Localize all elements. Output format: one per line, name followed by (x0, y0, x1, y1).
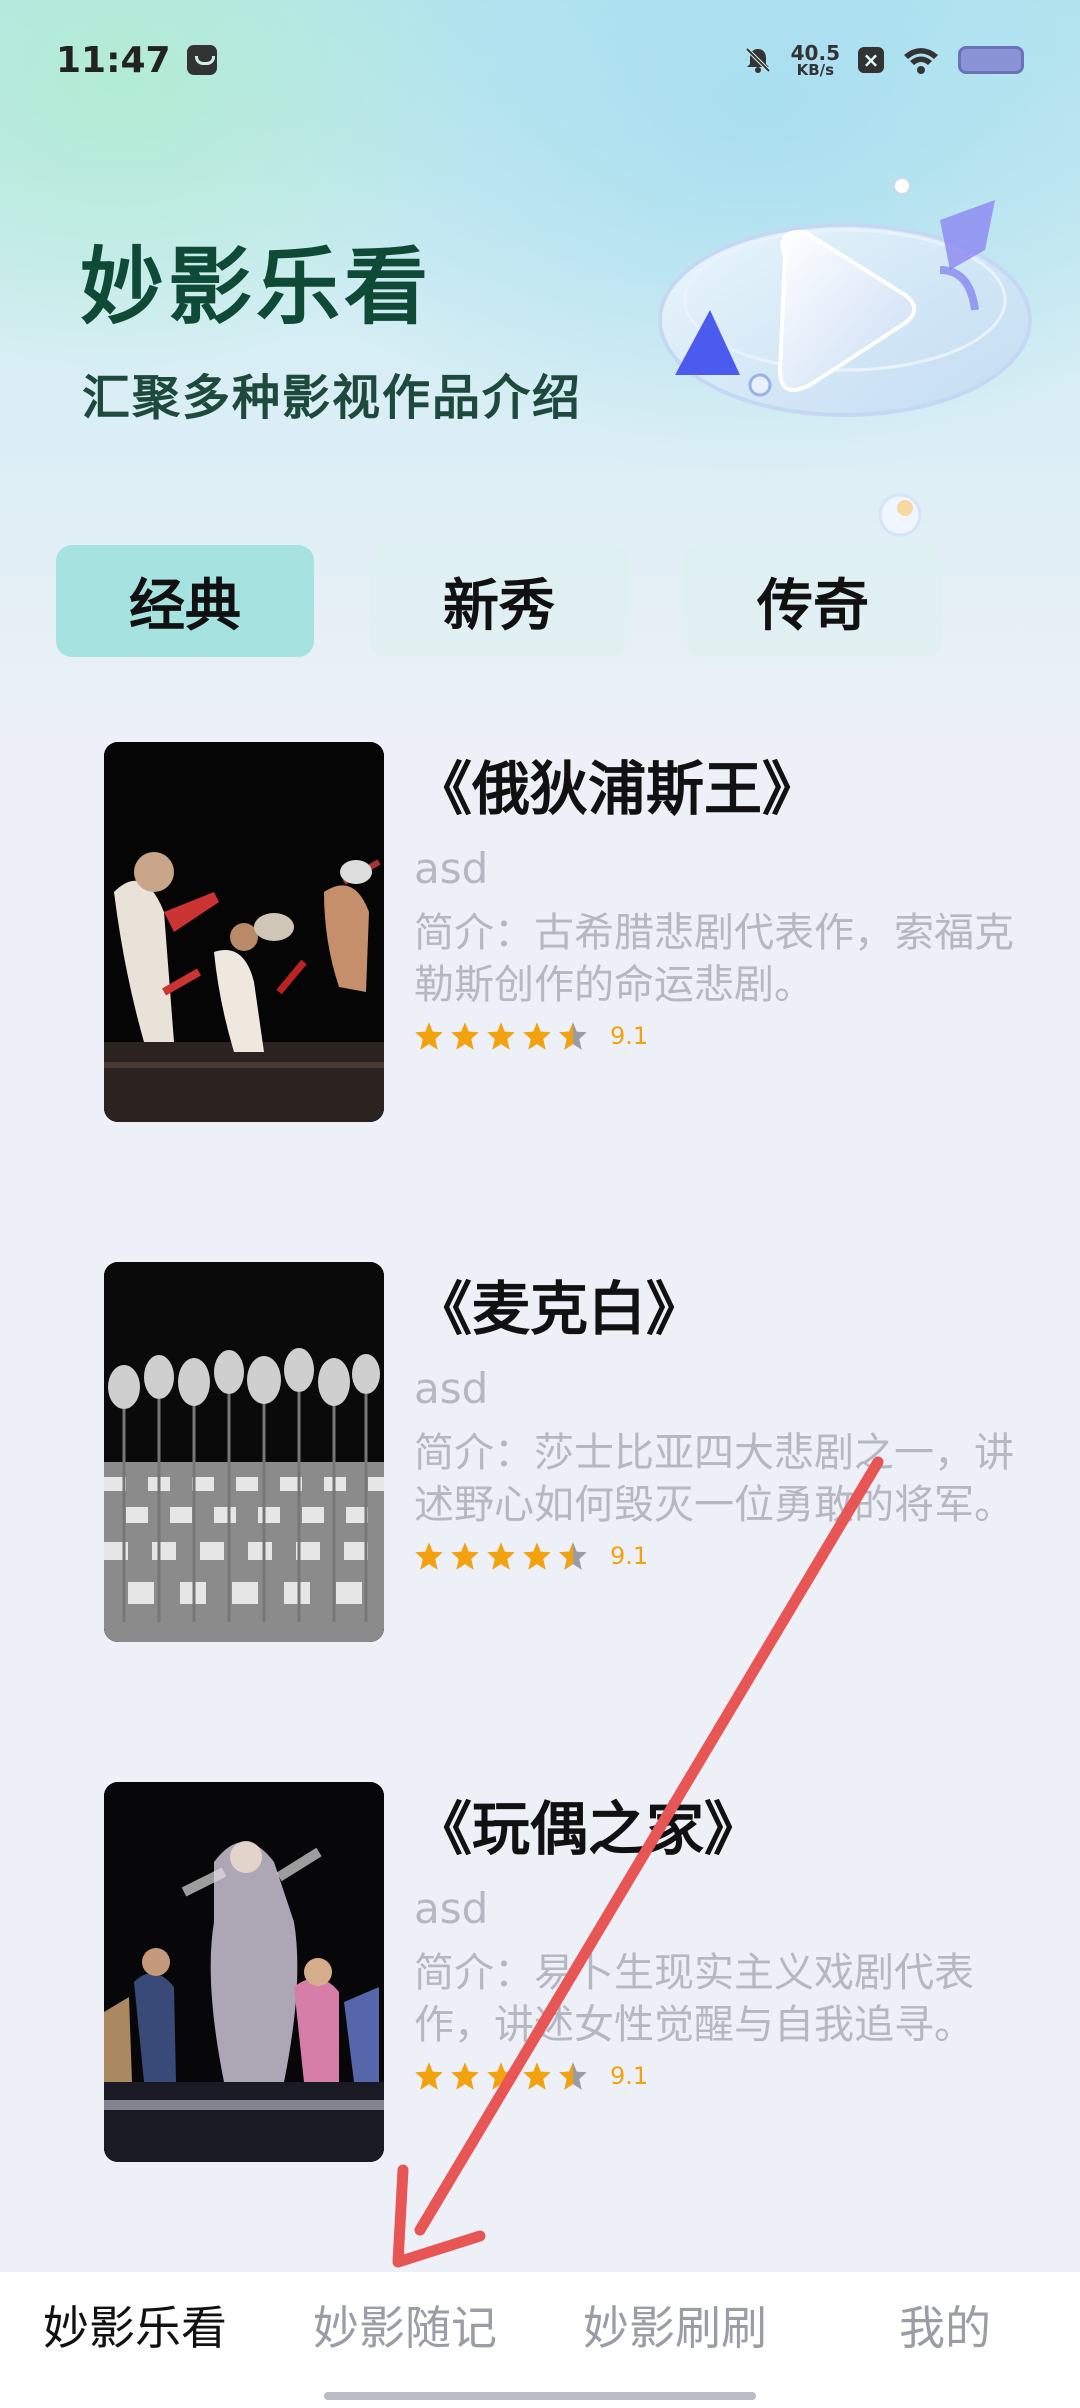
half-star-icon (559, 1542, 587, 1570)
star-icon (415, 1542, 443, 1570)
work-description: 简介：易卜生现实主义戏剧代表作，讲述女性觉醒与自我追寻。 (414, 1950, 974, 2048)
work-author: asd (414, 844, 489, 893)
close-box-icon: × (858, 47, 884, 73)
star-icon (523, 2062, 551, 2090)
work-card[interactable]: 《麦克白》 asd 简介：莎士比亚四大悲剧之一，讲述野心如何毁灭一位勇敢的将军。… (104, 1262, 1014, 1642)
star-icon (415, 1022, 443, 1050)
rating-score: 9.1 (610, 2062, 649, 2090)
play-illustration-icon (658, 177, 1032, 537)
status-left: 11:47 (56, 40, 217, 81)
network-speed-unit: KB/s (796, 60, 835, 79)
rating: 9.1 (414, 1021, 1074, 1051)
work-poster-image (104, 742, 384, 1122)
work-info: 《俄狄浦斯王》 asd 简介：古希腊悲剧代表作，索福克勒斯创作的命运悲剧。 9.… (414, 742, 1074, 1051)
tab-legend[interactable]: 传奇 (684, 545, 942, 657)
work-card[interactable]: 《玩偶之家》 asd 简介：易卜生现实主义戏剧代表作，讲述女性觉醒与自我追寻。 … (104, 1782, 1004, 2162)
star-icon (451, 1542, 479, 1570)
rating-score: 9.1 (610, 1022, 649, 1050)
tab-classic[interactable]: 经典 (56, 545, 314, 657)
nav-home[interactable]: 妙影乐看 (0, 2292, 270, 2388)
status-right: 40.5 KB/s × (743, 43, 1024, 78)
home-indicator[interactable] (324, 2392, 756, 2400)
star-icon (451, 1022, 479, 1050)
rating: 9.1 (414, 2061, 1074, 2091)
half-star-icon (559, 1022, 587, 1050)
work-info: 《麦克白》 asd 简介：莎士比亚四大悲剧之一，讲述野心如何毁灭一位勇敢的将军。… (414, 1262, 1074, 1571)
star-icon (487, 1542, 515, 1570)
bottom-navigation: 妙影乐看 妙影随记 妙影刷刷 我的 (0, 2272, 1080, 2408)
half-star-icon (559, 2062, 587, 2090)
app-subtitle: 汇聚多种影视作品介绍 (82, 370, 583, 426)
star-icon (523, 1542, 551, 1570)
work-info: 《玩偶之家》 asd 简介：易卜生现实主义戏剧代表作，讲述女性觉醒与自我追寻。 … (414, 1782, 1074, 2091)
app-title: 妙影乐看 (80, 238, 433, 336)
status-time: 11:47 (56, 39, 171, 81)
star-icon (451, 2062, 479, 2090)
work-title: 《俄狄浦斯王》 (414, 755, 821, 823)
category-tabs: 经典 新秀 传奇 (56, 545, 942, 657)
nav-notes[interactable]: 妙影随记 (270, 2292, 540, 2388)
network-speed-value: 40.5 (790, 40, 840, 65)
wifi-icon (904, 48, 938, 74)
star-icon (415, 2062, 443, 2090)
rating: 9.1 (414, 1541, 1074, 1571)
work-poster-image (104, 1262, 384, 1642)
tab-newcomer[interactable]: 新秀 (370, 545, 628, 657)
nav-browse[interactable]: 妙影刷刷 (540, 2292, 810, 2388)
work-description: 简介：莎士比亚四大悲剧之一，讲述野心如何毁灭一位勇敢的将军。 (414, 1430, 1014, 1528)
nav-profile[interactable]: 我的 (810, 2292, 1080, 2388)
work-card[interactable]: 《俄狄浦斯王》 asd 简介：古希腊悲剧代表作，索福克勒斯创作的命运悲剧。 9.… (104, 742, 1014, 1122)
work-description: 简介：古希腊悲剧代表作，索福克勒斯创作的命运悲剧。 (414, 910, 1014, 1008)
rating-score: 9.1 (610, 1542, 649, 1570)
work-title: 《玩偶之家》 (414, 1795, 763, 1863)
message-notification-icon (186, 45, 217, 75)
mute-bell-icon (745, 47, 771, 73)
star-icon (523, 1022, 551, 1050)
work-poster-image (104, 1782, 384, 2162)
star-icon (487, 1022, 515, 1050)
status-bar: 11:47 40.5 KB/s × (0, 0, 1080, 120)
network-speed: 40.5 KB/s (791, 43, 840, 78)
work-author: asd (414, 1364, 489, 1413)
battery-icon (958, 46, 1024, 74)
work-title: 《麦克白》 (414, 1275, 705, 1343)
star-icon (487, 2062, 515, 2090)
work-author: asd (414, 1884, 489, 1933)
